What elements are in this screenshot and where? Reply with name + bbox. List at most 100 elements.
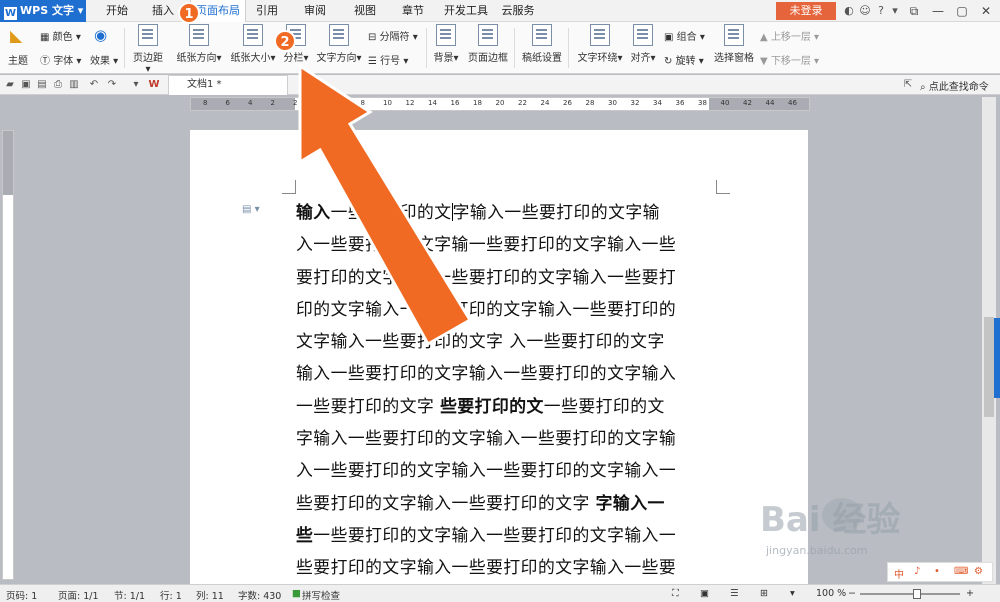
status-word-count[interactable]: 字数: 430 [238, 588, 281, 602]
input-method-bar[interactable]: 中 ♪ • ⌨ ⚙ [887, 562, 993, 582]
text-wrap-button[interactable]: 文字环绕▾ [576, 24, 624, 64]
bring-forward-button[interactable]: ▲ 上移一层 ▾ [760, 28, 819, 43]
help-icon[interactable]: ? [874, 4, 888, 18]
document-page[interactable]: ▤ ▾ 输入一些要打印的文字输入一些要打印的文字输 入一些要打印的文字输一些要打印… [190, 130, 808, 590]
orientation-icon [189, 24, 209, 46]
document-line[interactable]: 输入一些要打印的文字输入一些要打印的文字输入 [296, 357, 712, 389]
minimize-icon[interactable]: — [926, 2, 950, 20]
open-icon[interactable]: ▰ [4, 79, 16, 91]
document-line[interactable]: 些要打印的文字输入一些要打印的文字输入一些要 [296, 551, 712, 583]
tab-references[interactable]: 引用 [252, 0, 282, 22]
document-line[interactable]: 些要打印的文字输入一些要打印的文字 字输入一 [296, 487, 712, 519]
document-body[interactable]: 输入一些要打印的文字输入一些要打印的文字输 入一些要打印的文字输一些要打印的文字输… [296, 196, 712, 584]
ruler-tick-label: 34 [653, 99, 662, 107]
options-icon[interactable]: ▾ [888, 4, 902, 18]
ruler-tick-label: 28 [585, 99, 595, 107]
redo-icon[interactable]: ↷ [106, 79, 118, 91]
text-run: 文字输入一些要打印的文字 入一些要打印的文字 [296, 331, 665, 352]
paper-size-button[interactable]: 纸张大小▾ [230, 24, 276, 64]
text-direction-button[interactable]: 文字方向▾ [316, 24, 362, 64]
document-line[interactable]: 些一些要打印的文字输入一些要打印的文字输入一 [296, 519, 712, 551]
page-border-button[interactable]: 页面边框 [468, 24, 508, 64]
undo-icon[interactable]: ↶ [88, 79, 100, 91]
fullscreen-icon[interactable]: ⛶ [672, 588, 679, 599]
manuscript-button[interactable]: 稿纸设置 [522, 24, 562, 64]
margin-button[interactable]: 页边距▾ [132, 24, 164, 75]
scroll-thumb[interactable] [984, 317, 994, 417]
document-tab[interactable]: 文档1 * [168, 75, 288, 95]
ime-chinese-icon[interactable]: 中 [894, 566, 904, 581]
document-line[interactable]: 输入一些要打印的文字输入一些要打印的文字输 [296, 196, 712, 228]
zoom-slider[interactable] [860, 593, 960, 595]
restore-mode-icon[interactable]: ⧉ [902, 2, 926, 20]
status-page[interactable]: 页面: 1/1 [58, 588, 99, 602]
page-view-icon[interactable]: ▣ [700, 588, 709, 599]
orientation-button[interactable]: 纸张方向▾ [176, 24, 222, 64]
ime-keyboard-icon[interactable]: ⌨ [954, 566, 968, 577]
document-line[interactable]: 印的文字输入一些要打印的文字输入一些要打印的 [296, 293, 712, 325]
save-icon[interactable]: ▣ [20, 79, 32, 91]
wps-app-menu[interactable]: W WPS 文字 ▾ [0, 0, 86, 22]
document-line[interactable]: 入一些要打印的文字输入一些要打印的文字输入一 [296, 454, 712, 486]
spell-check-toggle[interactable]: 拼写检查 [302, 588, 340, 602]
effect-icon[interactable]: ◉ [94, 26, 107, 44]
tab-review[interactable]: 审阅 [300, 0, 330, 22]
zoom-in-icon[interactable]: + [966, 588, 974, 599]
document-line[interactable]: 入一些要打印的文字输一些要打印的文字输入一些 [296, 228, 712, 260]
document-line[interactable]: 要打印的文字输入一些要打印的文字输入一些要打 [296, 261, 712, 293]
theme-button[interactable]: 主题 [8, 52, 28, 67]
tab-view[interactable]: 视图 [350, 0, 380, 22]
customize-dropdown-icon[interactable]: ▾ [130, 79, 142, 91]
zoom-level[interactable]: 100 % [816, 588, 846, 599]
close-icon[interactable]: ✕ [974, 2, 998, 20]
rotate-button[interactable]: ↻ 旋转 ▾ [664, 52, 704, 67]
maximize-icon[interactable]: ▢ [950, 2, 974, 20]
select-pane-button[interactable]: 选择窗格 [714, 24, 754, 64]
login-button[interactable]: 未登录 [776, 2, 836, 20]
tab-insert[interactable]: 插入 [146, 0, 180, 22]
tab-chapter[interactable]: 章节 [398, 0, 428, 22]
font-button[interactable]: Ⓣ 字体 ▾ [40, 52, 81, 67]
line-number-button[interactable]: ☰ 行号 ▾ [368, 52, 408, 67]
step-badge-1: 1 [178, 2, 200, 24]
tab-start[interactable]: 开始 [100, 0, 134, 22]
send-backward-button[interactable]: ▼ 下移一层 ▾ [760, 52, 819, 67]
text-run: 入一些要打印的文字输入一些要打印的文字输入一 [296, 460, 677, 481]
pin-icon[interactable]: ⇱ [902, 79, 914, 91]
feedback-icon[interactable]: ☺ [858, 4, 872, 18]
status-section[interactable]: 节: 1/1 [114, 588, 145, 602]
ime-sound-icon[interactable]: ♪ [914, 566, 920, 577]
ruler-tick-label: 36 [675, 99, 685, 107]
group-button[interactable]: ▣ 组合 ▾ [664, 28, 705, 43]
outline-view-icon[interactable]: ☰ [730, 588, 739, 599]
wps-logo-icon: W [4, 7, 17, 20]
zoom-slider-knob[interactable] [913, 589, 921, 599]
ime-punct-icon[interactable]: • [934, 566, 940, 577]
background-button[interactable]: 背景▾ [432, 24, 460, 64]
side-panel-toggle[interactable] [994, 318, 1000, 398]
align-button[interactable]: 对齐▾ [628, 24, 658, 64]
document-line[interactable]: 字输入一些要打印的文字输入一些要打印的文字输 [296, 422, 712, 454]
print-icon[interactable]: ⎙ [52, 79, 64, 91]
ime-settings-icon[interactable]: ⚙ [974, 566, 983, 577]
effect-button[interactable]: 效果 ▾ [90, 52, 118, 67]
document-line[interactable]: 文字输入一些要打印的文字 入一些要打印的文字 [296, 325, 712, 357]
separator-button[interactable]: ⊟ 分隔符 ▾ [368, 28, 418, 43]
web-view-icon[interactable]: ⊞ [760, 588, 768, 599]
print-preview-icon[interactable]: ▥ [68, 79, 80, 91]
theme-icon[interactable]: ◣ [10, 26, 22, 45]
status-page-code[interactable]: 页码: 1 [6, 588, 37, 602]
skin-icon[interactable]: ◐ [842, 4, 856, 18]
reading-view-icon[interactable]: ▾ [790, 588, 795, 599]
command-search[interactable]: ⌕ 点此查找命令 [920, 78, 989, 93]
tab-cloud[interactable]: 云服务 [498, 0, 538, 22]
export-pdf-icon[interactable]: ▤ [36, 79, 48, 91]
tab-developer[interactable]: 开发工具 [440, 0, 492, 22]
vertical-ruler[interactable] [2, 130, 14, 580]
zoom-out-icon[interactable]: − [848, 588, 856, 599]
horizontal-ruler[interactable]: 8 6 4 2 2 4 6 8 10 12 14 16 18 20 22 24 26 28 30 32 34 36 38 40… [190, 97, 810, 111]
paragraph-handle-icon[interactable]: ▤ ▾ [242, 204, 260, 215]
color-button[interactable]: ▦ 颜色 ▾ [40, 28, 81, 43]
app-title: WPS 文字 [20, 4, 74, 17]
document-line[interactable]: 一些要打印的文字 些要打印的文一些要打印的文 [296, 390, 712, 422]
